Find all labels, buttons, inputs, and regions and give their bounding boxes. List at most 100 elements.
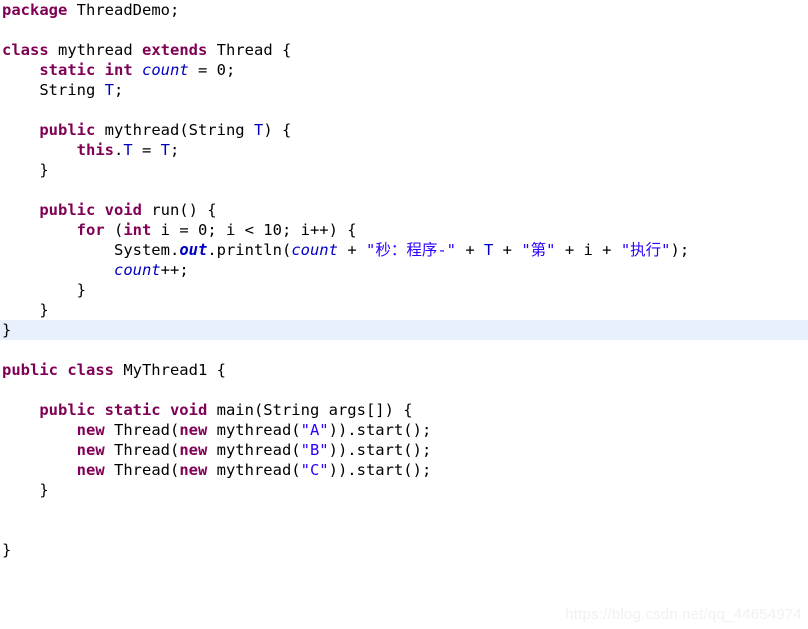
code-token-pl: } bbox=[2, 541, 12, 559]
code-token-pl: } bbox=[2, 301, 49, 319]
code-token-kw: public static void bbox=[39, 401, 208, 419]
code-line[interactable]: } bbox=[0, 300, 808, 320]
code-token-kw: new bbox=[76, 461, 105, 479]
code-text-area[interactable]: package ThreadDemo; class mythread exten… bbox=[0, 0, 808, 560]
code-token-pl: mythread( bbox=[207, 441, 301, 459]
code-line[interactable]: } bbox=[0, 540, 808, 560]
code-line-blank[interactable] bbox=[0, 100, 808, 120]
code-token-pl: ( bbox=[104, 221, 124, 239]
code-token-fld: T bbox=[253, 121, 264, 139]
code-token-kw: class bbox=[2, 41, 49, 59]
code-token-pl: String bbox=[2, 81, 105, 99]
code-line[interactable]: new Thread(new mythread("A")).start(); bbox=[0, 420, 808, 440]
code-token-pl: + bbox=[455, 241, 484, 259]
code-line[interactable]: System.out.println(count + "秒：程序-" + T +… bbox=[0, 240, 808, 260]
code-token-pl: System. bbox=[2, 241, 180, 259]
code-line-blank[interactable] bbox=[0, 380, 808, 400]
code-token-pl: = bbox=[132, 141, 161, 159]
code-token-pl: )).start(); bbox=[328, 461, 432, 479]
code-token-kw: new bbox=[179, 421, 208, 439]
code-editor-surface[interactable]: package ThreadDemo; class mythread exten… bbox=[0, 0, 808, 629]
code-token-kw: public class bbox=[2, 361, 114, 379]
code-token-fld: T bbox=[123, 141, 133, 159]
code-token-pl: = 0; bbox=[188, 61, 236, 79]
code-line[interactable]: count++; bbox=[0, 260, 808, 280]
code-token-pl: + bbox=[337, 241, 366, 259]
code-token-str: "执行" bbox=[620, 241, 671, 259]
code-token-kw: this bbox=[76, 141, 114, 159]
code-token-pl: Thread { bbox=[207, 41, 292, 59]
code-line[interactable]: package ThreadDemo; bbox=[0, 0, 808, 20]
code-line[interactable]: String T; bbox=[0, 80, 808, 100]
code-line-blank[interactable] bbox=[0, 520, 808, 540]
code-token-pl: ; bbox=[170, 141, 180, 159]
code-line[interactable]: this.T = T; bbox=[0, 140, 808, 160]
code-token-kw: new bbox=[179, 461, 208, 479]
watermark-text: https://blog.csdn.net/qq_44654974 bbox=[565, 606, 802, 623]
code-token-kw: new bbox=[76, 441, 105, 459]
code-line[interactable]: } bbox=[0, 480, 808, 500]
code-token-pl: )).start(); bbox=[328, 421, 432, 439]
code-token-kw: package bbox=[2, 1, 68, 19]
code-token-str: "B" bbox=[300, 441, 329, 459]
code-token-fld: T bbox=[104, 81, 114, 99]
code-token-str: "C" bbox=[300, 461, 329, 479]
code-token-sfld: count bbox=[291, 241, 338, 259]
code-token-kw: extends bbox=[142, 41, 208, 59]
code-token-str: "第" bbox=[521, 241, 556, 259]
code-token-pl: } bbox=[2, 321, 12, 339]
code-token-kw: public bbox=[39, 121, 96, 139]
code-token-pl: + i + bbox=[555, 241, 621, 259]
code-token-kw: int bbox=[123, 221, 152, 239]
code-token-pl: mythread bbox=[48, 41, 142, 59]
code-token-pl: } bbox=[2, 281, 86, 299]
code-line[interactable]: public static void main(String args[]) { bbox=[0, 400, 808, 420]
code-line[interactable]: static int count = 0; bbox=[0, 60, 808, 80]
code-token-pl: ) { bbox=[263, 121, 292, 139]
code-token-pl: MyThread1 { bbox=[113, 361, 226, 379]
code-token-kw: public void bbox=[39, 201, 142, 219]
code-token-str: "秒：程序-" bbox=[365, 241, 456, 259]
code-line-blank[interactable] bbox=[0, 500, 808, 520]
code-token-pl: } bbox=[2, 161, 49, 179]
code-line[interactable]: } bbox=[0, 280, 808, 300]
code-token-pl: Thread( bbox=[104, 461, 180, 479]
code-token-pl: } bbox=[2, 481, 49, 499]
code-token-pl: Thread( bbox=[104, 421, 180, 439]
code-token-pl: ; bbox=[114, 81, 124, 99]
code-token-str: "A" bbox=[300, 421, 329, 439]
code-line[interactable]: for (int i = 0; i < 10; i++) { bbox=[0, 220, 808, 240]
code-token-kw: new bbox=[179, 441, 208, 459]
code-line[interactable]: public void run() { bbox=[0, 200, 808, 220]
code-line[interactable]: new Thread(new mythread("C")).start(); bbox=[0, 460, 808, 480]
code-token-kw: static int bbox=[39, 61, 133, 79]
code-line-blank[interactable] bbox=[0, 20, 808, 40]
code-token-sfld: count bbox=[113, 261, 161, 279]
code-token-sfld: count bbox=[142, 61, 189, 79]
code-token-pl: )).start(); bbox=[328, 441, 432, 459]
code-line[interactable]: } bbox=[0, 160, 808, 180]
code-line[interactable]: new Thread(new mythread("B")).start(); bbox=[0, 440, 808, 460]
code-token-fld: T bbox=[483, 241, 494, 259]
code-line-blank[interactable] bbox=[0, 180, 808, 200]
code-line-highlighted[interactable]: } bbox=[0, 320, 808, 340]
code-line[interactable]: public mythread(String T) { bbox=[0, 120, 808, 140]
code-line[interactable]: class mythread extends Thread { bbox=[0, 40, 808, 60]
code-line[interactable]: public class MyThread1 { bbox=[0, 360, 808, 380]
code-token-pl: .println( bbox=[207, 241, 292, 259]
code-token-pl: main(String args[]) { bbox=[207, 401, 413, 419]
code-token-pl: Thread( bbox=[104, 441, 180, 459]
code-line-blank[interactable] bbox=[0, 340, 808, 360]
code-token-pl: ++; bbox=[160, 261, 189, 279]
